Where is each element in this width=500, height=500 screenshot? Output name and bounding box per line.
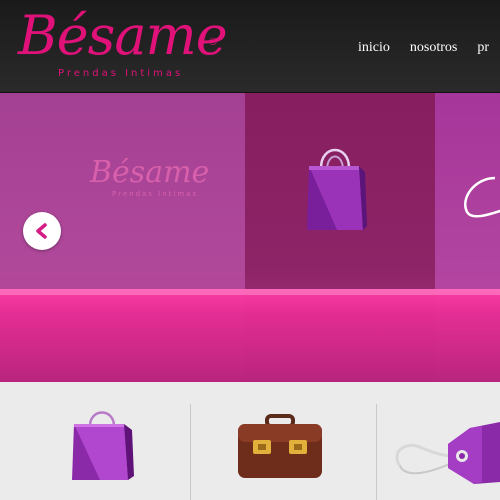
brand-name: Bésame (18, 4, 228, 67)
shopping-bag-icon[interactable] (68, 404, 140, 482)
slider-floor-highlight (0, 289, 500, 295)
nav-item-productos[interactable]: pr (477, 40, 489, 56)
shopping-bag-icon (307, 148, 367, 230)
brand-tagline: Prendas Intimas (58, 68, 184, 79)
slider-watermark-logo: Bésame Prendas Intimas (90, 155, 209, 198)
features-strip (0, 382, 500, 500)
price-tag-icon[interactable] (392, 422, 500, 492)
watermark-tagline: Prendas Intimas (112, 190, 199, 198)
main-nav: inicio nosotros pr (358, 40, 489, 56)
briefcase-icon[interactable] (235, 410, 325, 480)
watermark-name: Bésame (90, 155, 210, 190)
chevron-left-icon (36, 223, 47, 239)
nav-item-nosotros[interactable]: nosotros (410, 40, 457, 56)
slider-prev-button[interactable] (23, 212, 61, 250)
brand-logo[interactable]: Bésame ® Prendas Intimas (18, 4, 228, 88)
nav-item-inicio[interactable]: inicio (358, 40, 390, 56)
feature-divider (190, 404, 191, 500)
feature-divider (376, 404, 377, 500)
registered-mark: ® (208, 37, 218, 48)
slider-floor (0, 289, 500, 382)
swirl-decoration (464, 176, 500, 218)
hero-slider: Bésame Prendas Intimas (0, 93, 500, 382)
site-header: Bésame ® Prendas Intimas inicio nosotros… (0, 0, 500, 93)
